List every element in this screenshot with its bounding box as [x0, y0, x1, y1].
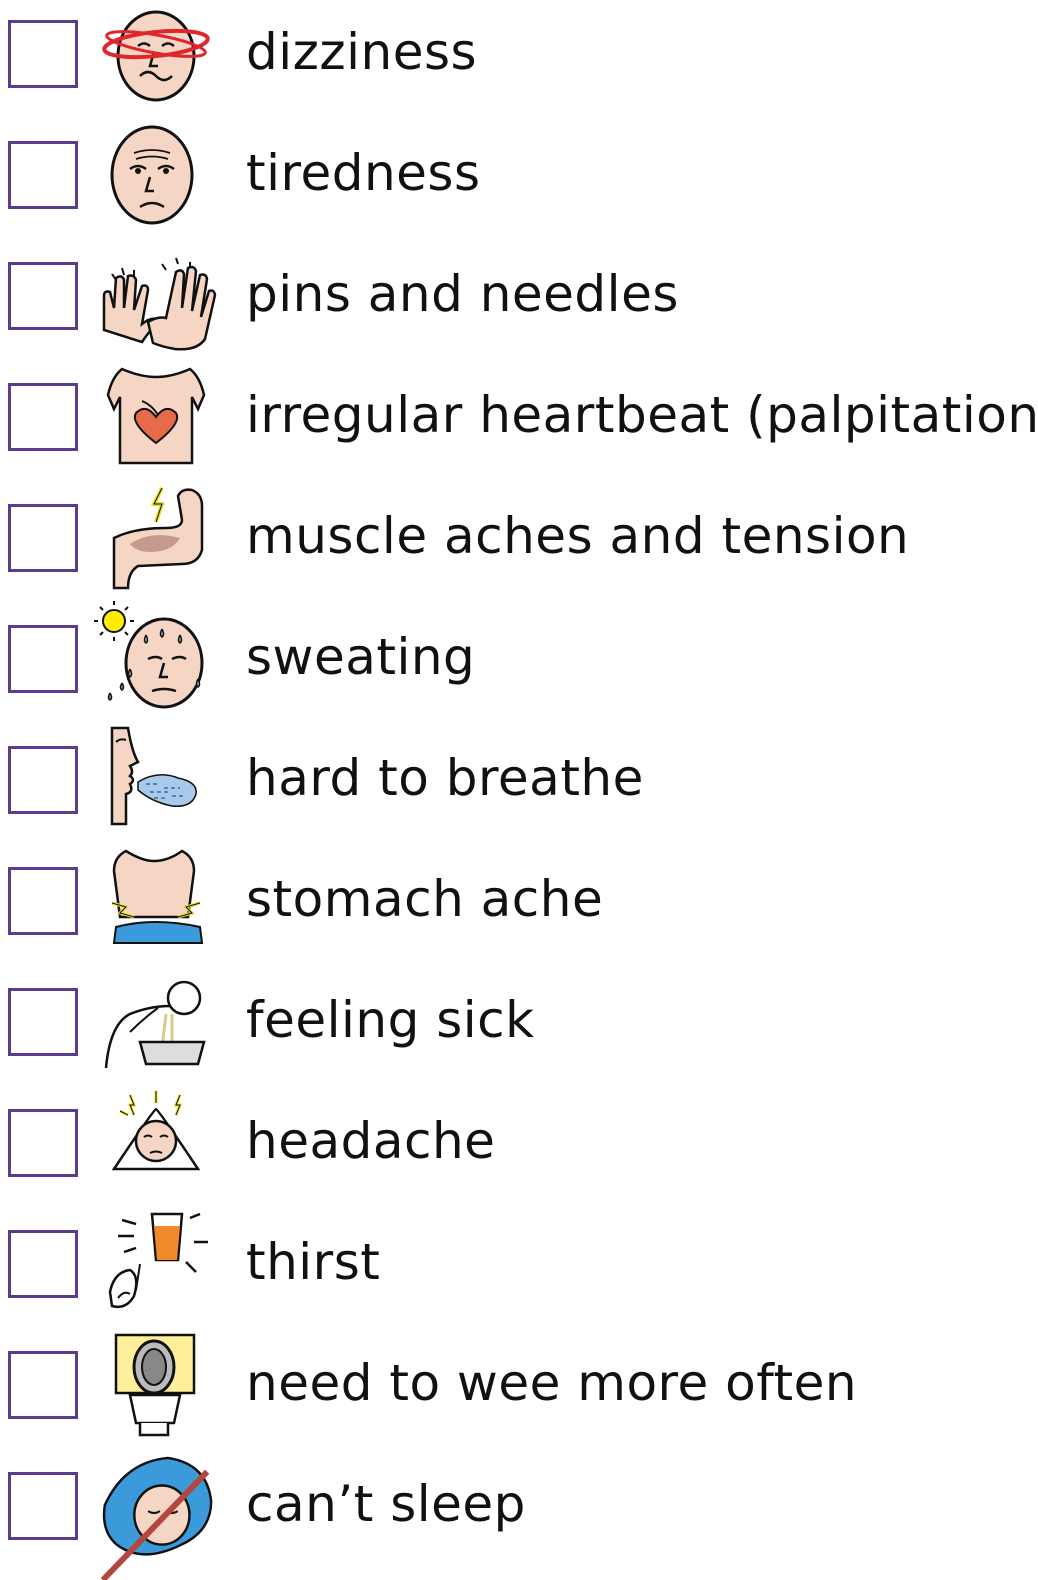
- symptom-label: tiredness: [246, 144, 481, 202]
- symptom-label: feeling sick: [246, 991, 535, 1049]
- symptom-label: pins and needles: [246, 265, 679, 323]
- symptom-row-tiredness: tiredness: [0, 121, 1038, 241]
- symptom-row-dizziness: dizziness: [0, 0, 1038, 120]
- symptom-row-stomach-ache: stomach ache: [0, 847, 1038, 967]
- symptom-label: thirst: [246, 1233, 381, 1291]
- toilet-icon: [114, 1333, 196, 1437]
- sweating-face-icon: [94, 601, 204, 709]
- symptom-label: dizziness: [246, 23, 478, 81]
- checkbox-hard-to-breathe[interactable]: [8, 746, 78, 814]
- symptom-label: stomach ache: [246, 870, 604, 928]
- tired-face-icon: [110, 125, 194, 225]
- symptom-label: headache: [246, 1112, 496, 1170]
- checkbox-cant-sleep[interactable]: [8, 1472, 78, 1540]
- dizzy-face-icon: [102, 10, 210, 102]
- checkbox-need-to-wee[interactable]: [8, 1351, 78, 1419]
- symptom-label: hard to breathe: [246, 749, 644, 807]
- symptom-row-need-to-wee: need to wee more often: [0, 1331, 1038, 1451]
- checkbox-muscle-aches[interactable]: [8, 504, 78, 572]
- heart-chest-icon: [106, 367, 206, 465]
- headache-icon: [111, 1091, 201, 1171]
- no-sleep-icon: [100, 1456, 213, 1580]
- drink-glass-icon: [108, 1212, 208, 1309]
- checkbox-dizziness[interactable]: [8, 20, 78, 88]
- checkbox-stomach-ache[interactable]: [8, 867, 78, 935]
- symptom-label: sweating: [246, 628, 476, 686]
- symptom-label: muscle aches and tension: [246, 507, 910, 565]
- symptom-row-irregular-heartbeat: irregular heartbeat (palpitations): [0, 363, 1038, 483]
- symptom-label: need to wee more often: [246, 1354, 858, 1412]
- symptom-label: can’t sleep: [246, 1475, 526, 1533]
- stomach-pain-icon: [111, 849, 204, 944]
- tingling-hands-icon: [102, 257, 217, 351]
- symptom-label: irregular heartbeat (palpitations): [246, 386, 1038, 444]
- breath-icon: [110, 726, 197, 826]
- symptom-row-cant-sleep: can’t sleep: [0, 1452, 1038, 1580]
- checkbox-pins-and-needles[interactable]: [8, 262, 78, 330]
- checkbox-headache[interactable]: [8, 1109, 78, 1177]
- symptom-row-headache: headache: [0, 1089, 1038, 1209]
- vomiting-icon: [104, 980, 206, 1069]
- checkbox-irregular-heartbeat[interactable]: [8, 383, 78, 451]
- symptom-row-hard-to-breathe: hard to breathe: [0, 726, 1038, 846]
- symptom-row-thirst: thirst: [0, 1210, 1038, 1330]
- checkbox-thirst[interactable]: [8, 1230, 78, 1298]
- symptom-row-feeling-sick: feeling sick: [0, 968, 1038, 1088]
- flexed-arm-icon: [112, 487, 204, 590]
- symptom-row-pins-and-needles: pins and needles: [0, 242, 1038, 362]
- checkbox-sweating[interactable]: [8, 625, 78, 693]
- symptom-row-muscle-aches: muscle aches and tension: [0, 484, 1038, 604]
- checkbox-tiredness[interactable]: [8, 141, 78, 209]
- checkbox-feeling-sick[interactable]: [8, 988, 78, 1056]
- symptom-row-sweating: sweating: [0, 601, 1038, 725]
